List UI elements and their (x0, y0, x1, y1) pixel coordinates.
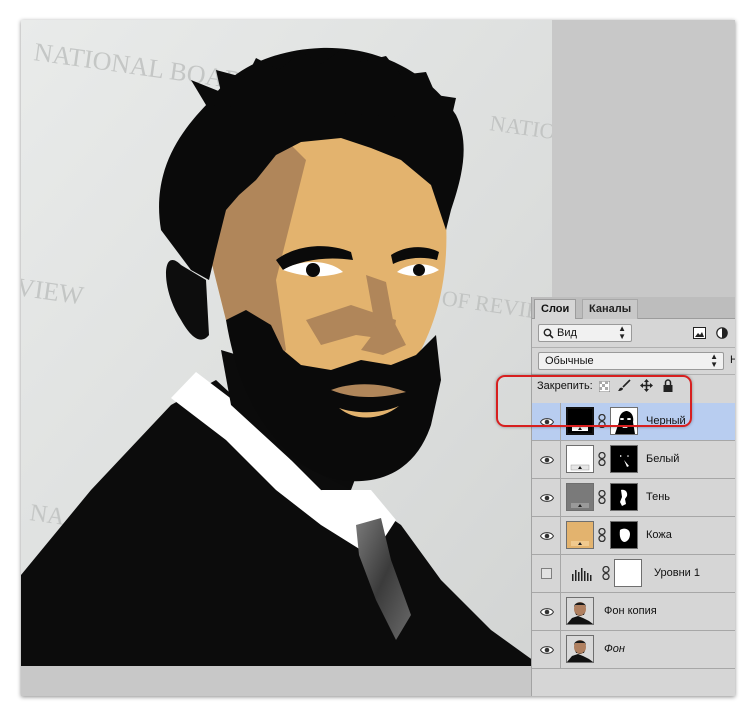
layer-thumbnail[interactable] (566, 521, 594, 549)
visibility-toggle-off[interactable] (541, 568, 552, 579)
image-canvas[interactable]: NATIONAL BOARD OF NATIO VIEW OF REVIEW N… (21, 20, 552, 666)
layer-thumbnail[interactable] (566, 483, 594, 511)
layer-list: Черный Белый Тень Кожа Уровни 1 Фон копи… (532, 403, 735, 696)
layer-row-black[interactable]: Черный (532, 403, 735, 441)
layer-mask-thumbnail[interactable] (614, 559, 642, 587)
link-icon[interactable] (598, 451, 606, 467)
divider (560, 479, 561, 516)
layer-name: Тень (646, 491, 671, 503)
tab-channels[interactable]: Каналы (582, 299, 639, 319)
brush-icon[interactable] (617, 378, 631, 392)
layer-mask-thumbnail[interactable] (610, 521, 638, 549)
layer-thumbnail[interactable] (566, 635, 594, 663)
layer-row-white[interactable]: Белый (532, 441, 735, 479)
panel-tabs: Слои Каналы (532, 297, 735, 319)
opacity-label: Н (730, 354, 735, 366)
select-arrows-icon: ▲ ▼ (618, 324, 626, 341)
lock-row: Закрепить: (532, 375, 735, 397)
layer-name: Фон (604, 643, 625, 655)
eye-icon[interactable] (539, 491, 555, 505)
layer-row-shadow[interactable]: Тень (532, 479, 735, 517)
select-arrows-icon: ▲ ▼ (710, 352, 718, 369)
eye-icon[interactable] (539, 605, 555, 619)
layer-name: Кожа (646, 529, 672, 541)
blend-mode-value: Обычные (545, 355, 594, 367)
levels-icon[interactable] (570, 566, 594, 582)
layer-name: Белый (646, 453, 680, 465)
layer-name: Уровни 1 (654, 567, 700, 579)
layer-name: Черный (646, 415, 686, 427)
blend-row: Обычные ▲ ▼ Н (532, 348, 735, 375)
layer-thumbnail[interactable] (566, 445, 594, 473)
layer-mask-thumbnail[interactable] (610, 445, 638, 473)
lock-label: Закрепить: (537, 380, 593, 392)
layer-thumbnail[interactable] (566, 597, 594, 625)
filter-label: Вид (557, 327, 577, 339)
divider (560, 555, 561, 592)
layers-panel: Слои Каналы Вид ▲ ▼ Обычные ▲ ▼ Н Закреп… (531, 297, 735, 696)
image-filter-icon[interactable] (692, 326, 706, 340)
document-window: NATIONAL BOARD OF NATIO VIEW OF REVIEW N… (21, 20, 735, 696)
eye-icon[interactable] (539, 415, 555, 429)
divider (560, 403, 561, 440)
portrait-artwork: NATIONAL BOARD OF NATIO VIEW OF REVIEW N… (21, 20, 552, 666)
layer-row-levels[interactable]: Уровни 1 (532, 555, 735, 593)
filter-row: Вид ▲ ▼ (532, 319, 735, 348)
divider (560, 517, 561, 554)
lock-icon[interactable] (662, 378, 674, 392)
layer-row-background[interactable]: Фон (532, 631, 735, 669)
eye-icon[interactable] (539, 529, 555, 543)
link-icon[interactable] (598, 527, 606, 543)
layer-row-background-copy[interactable]: Фон копия (532, 593, 735, 631)
lock-transparency-icon[interactable] (598, 380, 610, 392)
tab-layers[interactable]: Слои (534, 299, 577, 319)
blend-mode-select[interactable]: Обычные ▲ ▼ (538, 352, 724, 370)
layer-name: Фон копия (604, 605, 657, 617)
link-icon[interactable] (598, 489, 606, 505)
divider (560, 593, 561, 630)
layer-mask-thumbnail[interactable] (610, 407, 638, 435)
move-icon[interactable] (639, 378, 653, 392)
layer-filter-select[interactable]: Вид ▲ ▼ (538, 324, 632, 342)
bg-text-5: NA (28, 500, 67, 531)
divider (560, 631, 561, 668)
layer-mask-thumbnail[interactable] (610, 483, 638, 511)
layer-row-skin[interactable]: Кожа (532, 517, 735, 555)
eye-icon[interactable] (539, 643, 555, 657)
link-icon[interactable] (598, 413, 606, 429)
divider (560, 441, 561, 478)
adjustment-filter-icon[interactable] (715, 326, 729, 340)
layer-thumbnail[interactable] (566, 407, 594, 435)
eye-icon[interactable] (539, 453, 555, 467)
link-icon[interactable] (602, 565, 610, 581)
search-icon (542, 327, 554, 339)
